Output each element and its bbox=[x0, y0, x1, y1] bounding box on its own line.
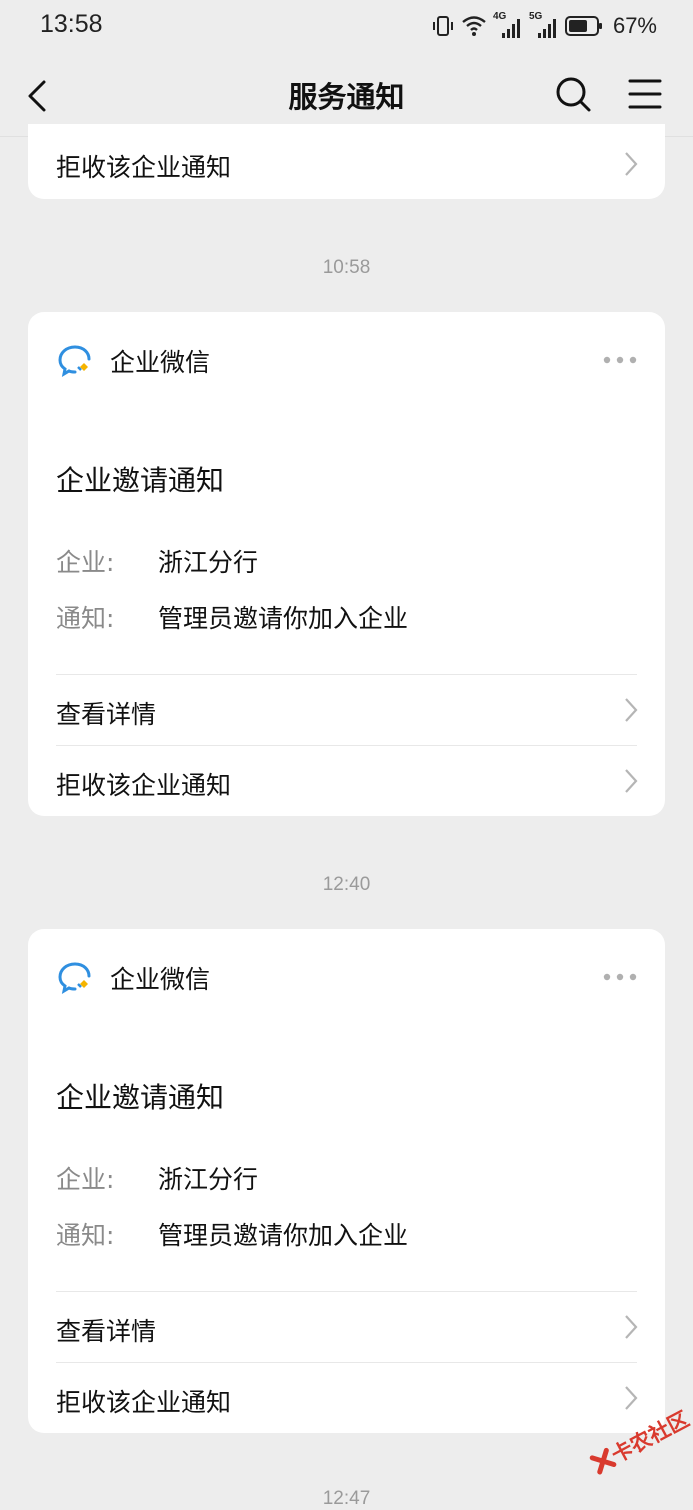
company-value: 浙江分行 bbox=[158, 1165, 259, 1194]
cell-signal-4g-icon: 4G bbox=[493, 11, 523, 39]
notice-title: 企业邀请通知 bbox=[56, 1081, 225, 1114]
reject-notice-row[interactable]: 拒收该企业通知 bbox=[56, 766, 231, 802]
company-label: 企业: bbox=[56, 548, 115, 577]
notice-label: 通知: bbox=[56, 604, 115, 633]
divider bbox=[56, 1291, 637, 1292]
divider bbox=[56, 1362, 637, 1363]
wifi-icon bbox=[462, 16, 486, 36]
wecom-logo-icon bbox=[58, 962, 91, 995]
company-value: 浙江分行 bbox=[158, 548, 259, 577]
divider bbox=[56, 745, 637, 746]
more-dots-icon[interactable] bbox=[603, 356, 637, 364]
reject-notice-row[interactable]: 拒收该企业通知 bbox=[56, 148, 231, 184]
app-name: 企业微信 bbox=[110, 348, 211, 377]
company-label: 企业: bbox=[56, 1165, 115, 1194]
notice-value: 管理员邀请你加入企业 bbox=[158, 1221, 409, 1250]
battery-percent: 67% bbox=[612, 13, 657, 38]
vibrate-icon bbox=[432, 16, 453, 36]
message-card: 企业微信 企业邀请通知 企业: 浙江分行 通知: 管理员邀请你加入企业 查看详情… bbox=[28, 312, 665, 816]
app-name: 企业微信 bbox=[110, 965, 211, 994]
status-icons: 4G 5G 67% bbox=[431, 11, 657, 40]
search-icon[interactable] bbox=[553, 74, 593, 114]
message-timestamp: 12:47 bbox=[322, 1488, 371, 1509]
previous-message-card: 拒收该企业通知 bbox=[28, 124, 665, 199]
view-details-row[interactable]: 查看详情 bbox=[56, 1312, 156, 1348]
divider bbox=[56, 674, 637, 675]
reject-notice-row[interactable]: 拒收该企业通知 bbox=[56, 1383, 231, 1419]
status-bar: 13:58 4G 5G 67% bbox=[0, 0, 693, 54]
message-timestamp: 12:40 bbox=[322, 874, 371, 895]
menu-icon[interactable] bbox=[627, 76, 663, 112]
view-details-row[interactable]: 查看详情 bbox=[56, 695, 156, 731]
notice-title: 企业邀请通知 bbox=[56, 464, 225, 497]
notice-value: 管理员邀请你加入企业 bbox=[158, 604, 409, 633]
cell-signal-5g-icon: 5G bbox=[529, 11, 559, 39]
chevron-right-icon bbox=[625, 1386, 638, 1410]
chevron-right-icon bbox=[625, 769, 638, 793]
message-timestamp: 10:58 bbox=[322, 257, 371, 278]
chevron-right-icon bbox=[625, 152, 638, 176]
message-card: 企业微信 企业邀请通知 企业: 浙江分行 通知: 管理员邀请你加入企业 查看详情… bbox=[28, 929, 665, 1433]
wecom-logo-icon bbox=[58, 345, 91, 378]
status-time: 13:58 bbox=[40, 10, 103, 38]
more-dots-icon[interactable] bbox=[603, 973, 637, 981]
chevron-right-icon bbox=[625, 1315, 638, 1339]
notice-label: 通知: bbox=[56, 1221, 115, 1250]
chevron-right-icon bbox=[625, 698, 638, 722]
battery-icon bbox=[564, 16, 602, 36]
